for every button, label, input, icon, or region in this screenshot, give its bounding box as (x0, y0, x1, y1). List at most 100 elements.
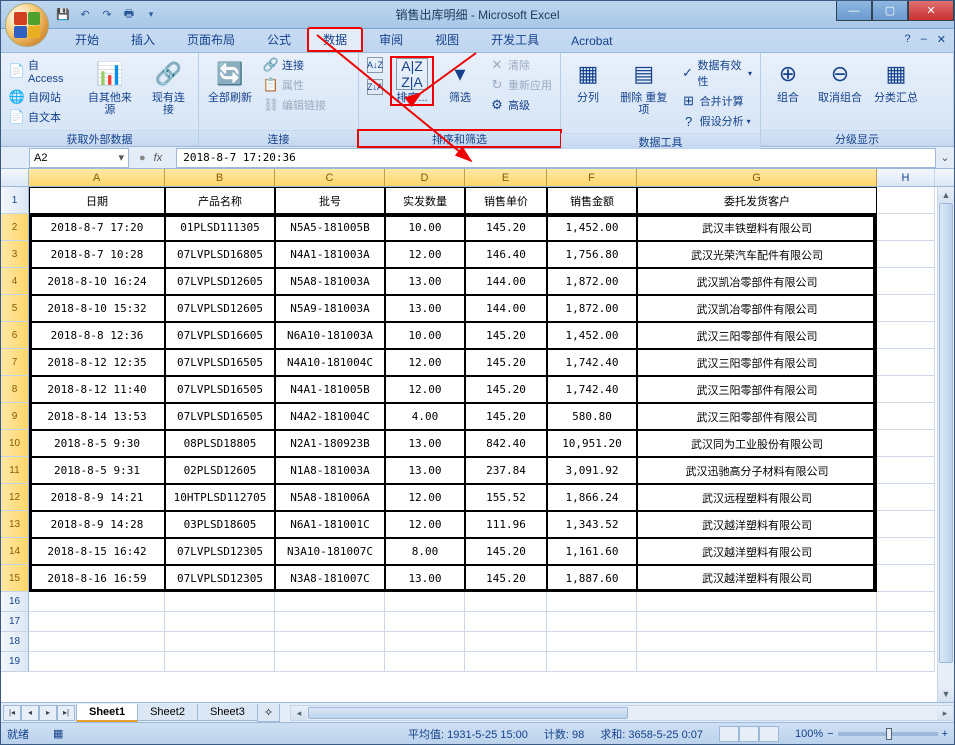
cell[interactable] (29, 632, 165, 652)
tab-view[interactable]: 视图 (419, 27, 475, 52)
row-header[interactable]: 6 (1, 322, 29, 349)
formula-input[interactable]: 2018-8-7 17:20:36 (176, 148, 936, 168)
cell[interactable]: 4.00 (385, 403, 465, 430)
cell[interactable]: 2018-8-5 9:30 (29, 430, 165, 457)
cell[interactable]: 01PLSD111305 (165, 214, 275, 241)
cell[interactable] (275, 632, 385, 652)
cell[interactable]: 155.52 (465, 484, 547, 511)
refresh-all-button[interactable]: 🔄全部刷新 (204, 56, 256, 106)
scroll-down-icon[interactable]: ▼ (938, 686, 954, 702)
cell[interactable]: 武汉光荣汽车配件有限公司 (637, 241, 877, 268)
from-access-button[interactable]: 📄自 Access (6, 56, 76, 86)
cell[interactable]: N4A1-181005B (275, 376, 385, 403)
cell[interactable]: 144.00 (465, 268, 547, 295)
cell[interactable]: 07LVPLSD12305 (165, 565, 275, 592)
view-pagelayout-button[interactable] (739, 726, 759, 742)
cell[interactable] (877, 632, 935, 652)
redo-icon[interactable]: ↷ (97, 5, 117, 25)
cell[interactable]: 10,951.20 (547, 430, 637, 457)
cell[interactable] (165, 652, 275, 672)
cell[interactable]: 07LVPLSD16505 (165, 376, 275, 403)
row-header[interactable]: 2 (1, 214, 29, 241)
cell[interactable]: 批号 (275, 187, 385, 214)
cell[interactable]: 1,452.00 (547, 214, 637, 241)
tab-formulas[interactable]: 公式 (251, 27, 307, 52)
remove-duplicates-button[interactable]: ▤删除 重复项 (614, 56, 674, 118)
cell[interactable] (637, 592, 877, 612)
cell[interactable] (547, 592, 637, 612)
cell[interactable] (465, 612, 547, 632)
view-normal-button[interactable] (719, 726, 739, 742)
cell[interactable]: 145.20 (465, 538, 547, 565)
cell[interactable]: N5A5-181005B (275, 214, 385, 241)
cell[interactable]: 13.00 (385, 565, 465, 592)
cell[interactable] (877, 430, 935, 457)
cell[interactable]: 日期 (29, 187, 165, 214)
cell[interactable]: N5A8-181006A (275, 484, 385, 511)
close-button[interactable]: ✕ (908, 1, 954, 21)
row-header[interactable]: 3 (1, 241, 29, 268)
cell[interactable]: 武汉三阳零部件有限公司 (637, 322, 877, 349)
cell[interactable]: 2018-8-9 14:28 (29, 511, 165, 538)
from-other-button[interactable]: 📊自其他来源 (80, 56, 140, 118)
group-button[interactable]: ⊕组合 (766, 56, 810, 106)
cell[interactable]: 07LVPLSD16505 (165, 403, 275, 430)
sort-button[interactable]: A|ZZ|A排序... (390, 56, 434, 106)
cell[interactable] (877, 241, 935, 268)
cell[interactable]: 237.84 (465, 457, 547, 484)
cell[interactable]: 销售金额 (547, 187, 637, 214)
cell[interactable]: 1,872.00 (547, 268, 637, 295)
properties-button[interactable]: 📋属性 (260, 76, 329, 94)
new-sheet-tab[interactable]: ✧ (257, 704, 280, 722)
view-pagebreak-button[interactable] (759, 726, 779, 742)
cell[interactable]: 12.00 (385, 484, 465, 511)
scrollbar-thumb[interactable] (939, 203, 953, 663)
data-validation-button[interactable]: ✓数据有效性 ▾ (678, 56, 755, 90)
row-header[interactable]: 5 (1, 295, 29, 322)
cell[interactable]: N6A1-181001C (275, 511, 385, 538)
filter-button[interactable]: ▾筛选 (438, 56, 482, 106)
qat-customize-icon[interactable]: ▾ (141, 5, 161, 25)
cell[interactable] (385, 612, 465, 632)
existing-conn-button[interactable]: 🔗现有连接 (144, 56, 193, 118)
row-header[interactable]: 4 (1, 268, 29, 295)
cell[interactable] (637, 612, 877, 632)
cell[interactable]: 145.20 (465, 403, 547, 430)
cell[interactable] (465, 632, 547, 652)
cell[interactable]: N4A10-181004C (275, 349, 385, 376)
scrollbar-thumb[interactable] (308, 707, 628, 719)
cell[interactable]: 145.20 (465, 376, 547, 403)
cell[interactable]: 2018-8-16 16:59 (29, 565, 165, 592)
row-header[interactable]: 16 (1, 592, 29, 612)
cell[interactable]: N5A9-181003A (275, 295, 385, 322)
cell[interactable] (877, 511, 935, 538)
cell[interactable] (275, 652, 385, 672)
cell[interactable]: 1,742.40 (547, 349, 637, 376)
cell[interactable]: 2018-8-10 16:24 (29, 268, 165, 295)
cell[interactable] (877, 214, 935, 241)
cell[interactable] (877, 322, 935, 349)
row-header[interactable]: 15 (1, 565, 29, 592)
cell[interactable]: 武汉三阳零部件有限公司 (637, 403, 877, 430)
cell[interactable]: N2A1-180923B (275, 430, 385, 457)
name-box[interactable]: A2 ▾ (29, 148, 129, 168)
cell[interactable] (877, 403, 935, 430)
cell[interactable]: 武汉越洋塑料有限公司 (637, 565, 877, 592)
cell[interactable]: 武汉迅驰高分子材料有限公司 (637, 457, 877, 484)
cell[interactable]: 145.20 (465, 322, 547, 349)
cell[interactable] (385, 592, 465, 612)
help-icon[interactable]: ? (905, 33, 911, 46)
office-button[interactable] (5, 3, 49, 47)
cell[interactable]: 2018-8-12 11:40 (29, 376, 165, 403)
cell[interactable]: 10.00 (385, 322, 465, 349)
sheet-nav-next-icon[interactable]: ▸ (39, 705, 57, 721)
zoom-out-icon[interactable]: − (827, 728, 833, 740)
cell[interactable]: 07LVPLSD12305 (165, 538, 275, 565)
col-header-B[interactable]: B (165, 169, 275, 186)
cell[interactable]: 8.00 (385, 538, 465, 565)
cell[interactable] (877, 538, 935, 565)
cell[interactable]: 产品名称 (165, 187, 275, 214)
cell[interactable] (877, 592, 935, 612)
row-header[interactable]: 18 (1, 632, 29, 652)
clear-filter-button[interactable]: ✕清除 (486, 56, 555, 74)
